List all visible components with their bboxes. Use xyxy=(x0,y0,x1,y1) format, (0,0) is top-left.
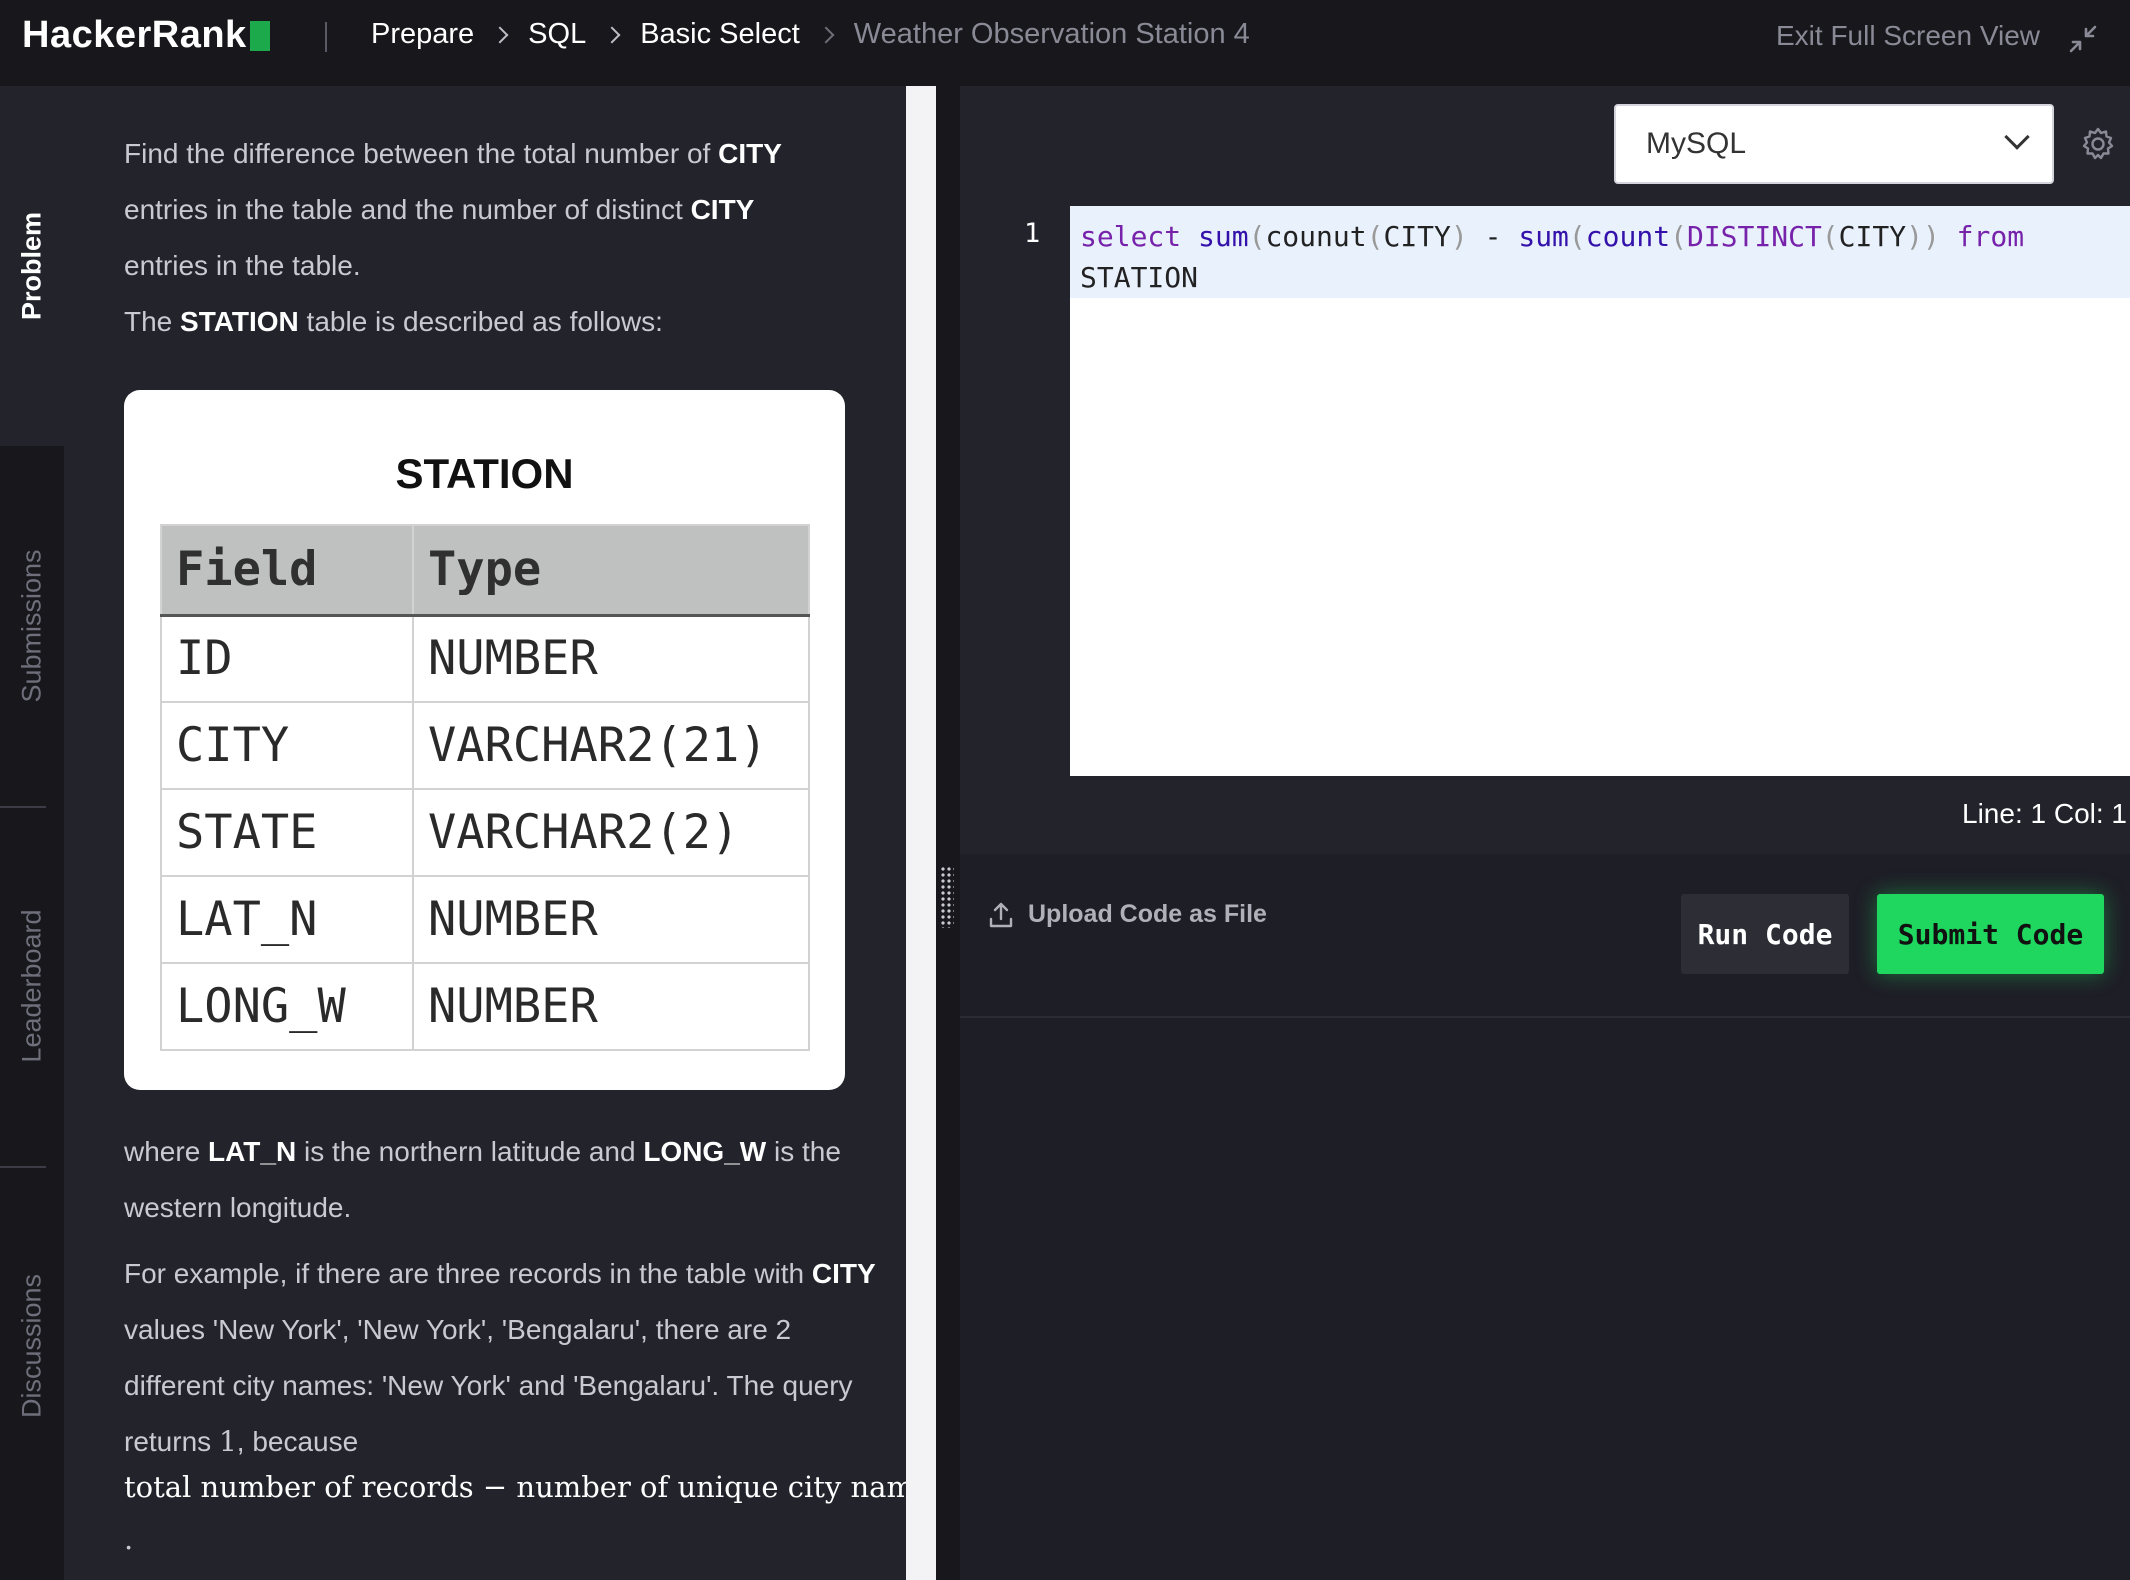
logo-block-icon xyxy=(249,20,270,51)
table-header-row: Field Type xyxy=(160,524,810,617)
table-row: CITY VARCHAR2(21) xyxy=(160,701,810,790)
breadcrumb-prepare[interactable]: Prepare xyxy=(371,18,474,51)
tab-discussions[interactable]: Discussions xyxy=(0,1166,64,1526)
language-value: MySQL xyxy=(1646,127,1747,160)
tab-label: Leaderboard xyxy=(16,909,47,1063)
tab-label: Submissions xyxy=(16,549,47,703)
table-row: LAT_N NUMBER xyxy=(160,875,810,964)
side-tabs: Problem Submissions Leaderboard Discussi… xyxy=(0,86,64,1580)
table-row: LONG_W NUMBER xyxy=(160,962,810,1051)
collapse-icon[interactable] xyxy=(2068,24,2098,54)
header-divider xyxy=(325,22,327,52)
station-table-image: STATION Field Type ID NUMBER CITY VARCHA… xyxy=(124,390,845,1090)
problem-paragraph-1: Find the difference between the total nu… xyxy=(124,138,782,281)
field-cell: ID xyxy=(160,614,414,703)
tab-submissions[interactable]: Submissions xyxy=(0,446,64,806)
type-cell: VARCHAR2(21) xyxy=(412,701,810,790)
breadcrumb-sql[interactable]: SQL xyxy=(528,18,586,51)
logo-text: HackerRank xyxy=(22,14,247,56)
tab-label: Discussions xyxy=(16,1273,47,1419)
chevron-right-icon xyxy=(603,26,621,43)
problem-paragraph-2: The STATION table is described as follow… xyxy=(124,306,663,337)
hackerrank-logo[interactable]: HackerRank xyxy=(22,14,270,57)
problem-paragraph-4: For example, if there are three records … xyxy=(124,1258,876,1458)
drag-handle-icon[interactable] xyxy=(940,866,954,928)
code-content[interactable]: select sum(counut(CITY) - sum(count(DIST… xyxy=(1080,216,2024,298)
panel-splitter[interactable] xyxy=(906,86,936,1580)
tab-leaderboard[interactable]: Leaderboard xyxy=(0,806,64,1166)
field-cell: CITY xyxy=(160,701,414,790)
tab-label: Problem xyxy=(16,211,47,321)
upload-code-button[interactable]: Upload Code as File xyxy=(988,900,1267,929)
tab-divider xyxy=(0,806,46,808)
type-cell: NUMBER xyxy=(412,875,810,964)
column-header: Type xyxy=(412,524,810,617)
language-select[interactable]: MySQL xyxy=(1614,104,2054,184)
problem-paragraph-3: where LAT_N is the northern latitude and… xyxy=(124,1136,841,1223)
column-header: Field xyxy=(160,524,414,617)
upload-label: Upload Code as File xyxy=(1028,900,1267,928)
breadcrumb-basic-select[interactable]: Basic Select xyxy=(640,18,800,51)
tab-problem[interactable]: Problem xyxy=(0,86,64,446)
cursor-position: Line: 1 Col: 1 xyxy=(1962,798,2127,829)
field-cell: LONG_W xyxy=(160,962,414,1051)
breadcrumb-current-challenge: Weather Observation Station 4 xyxy=(853,18,1250,50)
field-cell: LAT_N xyxy=(160,875,414,964)
table-row: STATE VARCHAR2(2) xyxy=(160,788,810,877)
splitter-gutter xyxy=(936,86,960,1580)
line-number: 1 xyxy=(1024,218,1041,249)
top-bar: HackerRank Prepare SQL Basic Select Weat… xyxy=(0,0,2130,86)
breadcrumb: Prepare SQL Basic Select Weather Observa… xyxy=(371,18,1250,51)
table-row: ID NUMBER xyxy=(160,614,810,703)
chevron-down-icon xyxy=(2004,124,2030,150)
type-cell: NUMBER xyxy=(412,614,810,703)
formula-trailing: . xyxy=(124,1522,134,1556)
submit-code-button[interactable]: Submit Code xyxy=(1877,894,2104,974)
tab-divider xyxy=(0,1166,46,1168)
run-code-button[interactable]: Run Code xyxy=(1681,894,1849,974)
code-editor[interactable]: select sum(counut(CITY) - sum(count(DIST… xyxy=(1070,206,2130,776)
type-cell: VARCHAR2(2) xyxy=(412,788,810,877)
formula: total number of records − number of uniq… xyxy=(124,1470,906,1504)
type-cell: NUMBER xyxy=(412,962,810,1051)
gear-icon[interactable] xyxy=(2080,126,2116,162)
problem-panel[interactable]: Find the difference between the total nu… xyxy=(64,86,906,1580)
upload-icon xyxy=(989,902,1013,927)
output-panel xyxy=(960,1018,2130,1580)
chevron-right-icon xyxy=(491,26,509,43)
field-cell: STATE xyxy=(160,788,414,877)
station-schema-table: Field Type ID NUMBER CITY VARCHAR2(21) S… xyxy=(160,524,810,1051)
exit-fullscreen-link[interactable]: Exit Full Screen View xyxy=(1776,20,2040,52)
chevron-right-icon xyxy=(817,26,835,43)
table-title: STATION xyxy=(395,450,574,497)
